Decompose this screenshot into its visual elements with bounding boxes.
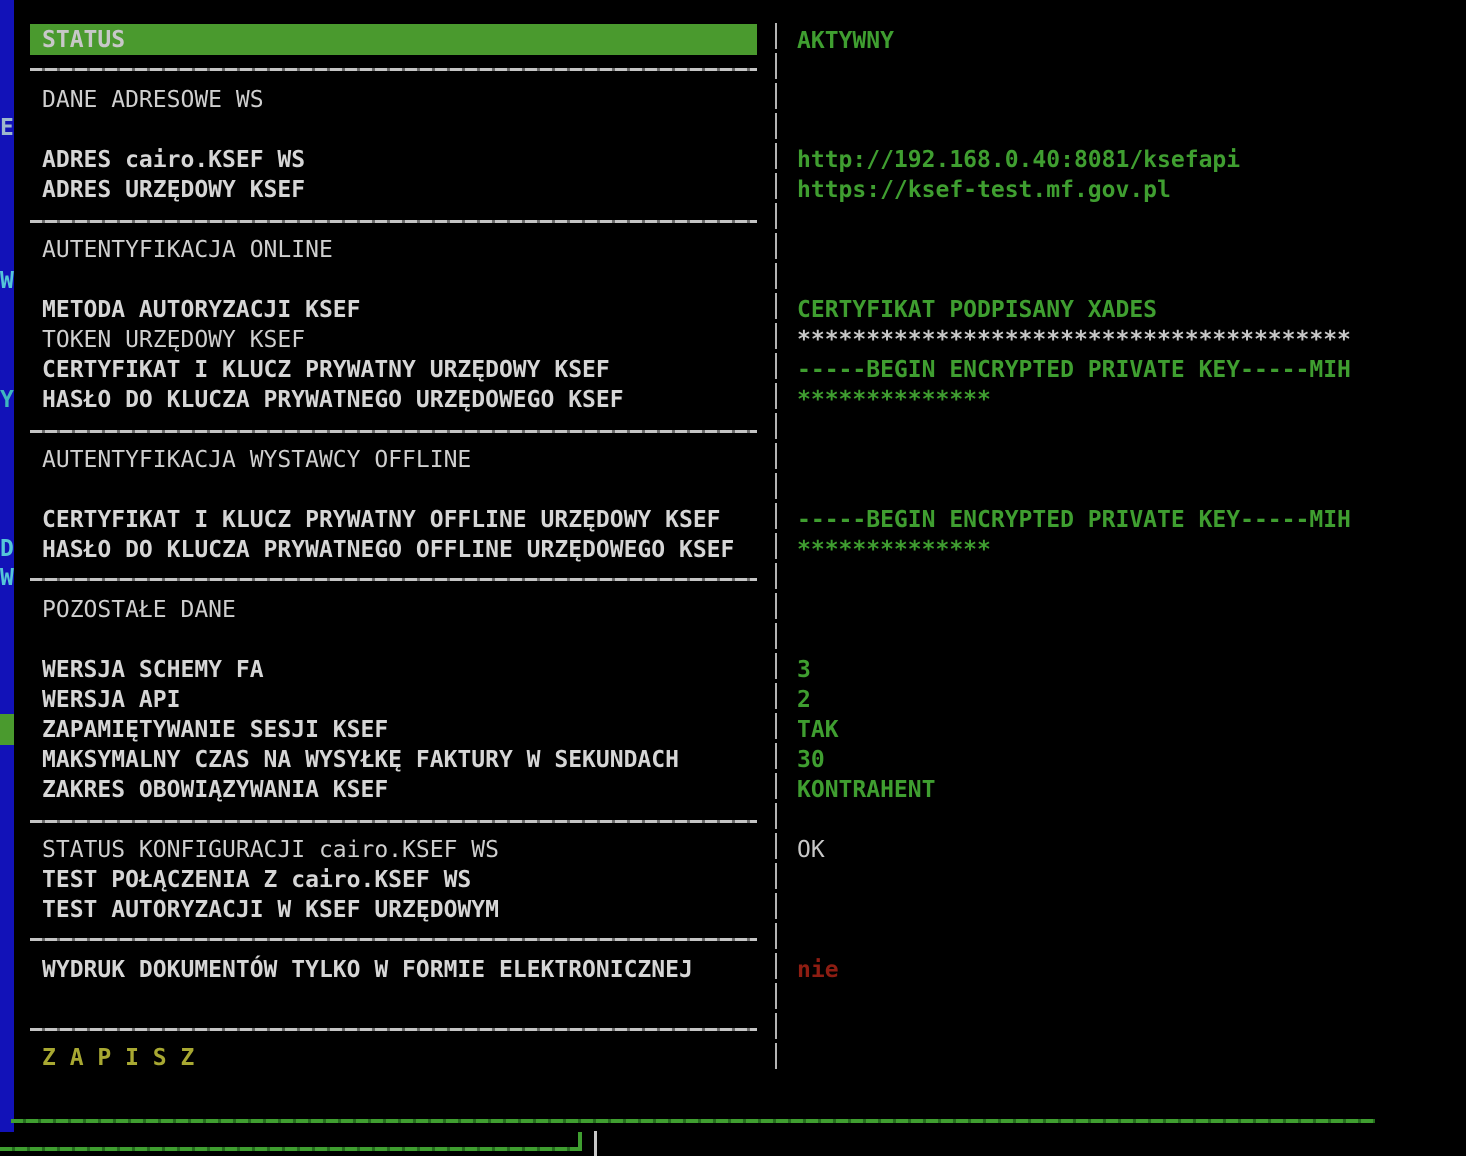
row-value-metoda-autoryzacji[interactable]: CERTYFIKAT PODPISANY XADES <box>797 295 1157 325</box>
row-label-adres-cairo-ksef-ws: ADRES cairo.KSEF WS <box>42 145 305 175</box>
separator <box>30 1028 757 1031</box>
save-button[interactable]: Z A P I S Z <box>42 1043 194 1073</box>
strip-letter: E <box>0 113 14 143</box>
separator <box>30 68 757 71</box>
row-label-zakres-obowiazywania: ZAKRES OBOWIĄZYWANIA KSEF <box>42 775 388 805</box>
section-header-pozostale-dane: POZOSTAŁE DANE <box>42 595 236 625</box>
row-value-wersja-schemy-fa[interactable]: 3 <box>797 655 811 685</box>
status-value: AKTYWNY <box>797 26 894 56</box>
row-label-status-konfiguracji: STATUS KONFIGURACJI cairo.KSEF WS <box>42 835 499 865</box>
row-value-maksymalny-czas[interactable]: 30 <box>797 745 825 775</box>
row-value-zapamietywanie-sesji[interactable]: TAK <box>797 715 839 745</box>
status-row-selected[interactable]: STATUS <box>30 24 757 55</box>
row-label-haslo-offline: HASŁO DO KLUCZA PRYWATNEGO OFFLINE URZĘD… <box>42 535 734 565</box>
row-value-wydruk-elektroniczny[interactable]: nie <box>797 955 839 985</box>
row-value-adres-cairo-ksef-ws[interactable]: http://192.168.0.40:8081/ksefapi <box>797 145 1240 175</box>
row-label-wersja-schemy-fa: WERSJA SCHEMY FA <box>42 655 264 685</box>
row-value-certyfikat-klucz-prywatny[interactable]: -----BEGIN ENCRYPTED PRIVATE KEY-----MIH <box>797 355 1351 385</box>
separator <box>30 938 757 941</box>
strip-highlight-block <box>0 714 14 745</box>
section-header-autentyfikacja-online: AUTENTYFIKACJA ONLINE <box>42 235 333 265</box>
strip-letter: W <box>0 266 14 296</box>
row-label-zapamietywanie-sesji: ZAPAMIĘTYWANIE SESJI KSEF <box>42 715 388 745</box>
ksef-config-screen: E W Y D W STATUS AKTYWNY DANE ADRESOWE W… <box>0 0 1466 1156</box>
bottom-green-line <box>11 1119 1375 1123</box>
separator <box>30 578 757 581</box>
row-label-metoda-autoryzacji: METODA AUTORYZACJI KSEF <box>42 295 361 325</box>
status-row-label: STATUS <box>42 25 125 55</box>
separator <box>30 820 757 823</box>
row-label-maksymalny-czas: MAKSYMALNY CZAS NA WYSYŁKĘ FAKTURY W SEK… <box>42 745 679 775</box>
row-value-zakres-obowiazywania[interactable]: KONTRAHENT <box>797 775 935 805</box>
row-label-adres-urzedowy-ksef: ADRES URZĘDOWY KSEF <box>42 175 305 205</box>
separator <box>30 220 757 223</box>
bottom-white-tick <box>594 1131 597 1156</box>
row-value-haslo-klucza-prywatnego[interactable]: ************** <box>797 385 991 415</box>
row-value-certyfikat-offline[interactable]: -----BEGIN ENCRYPTED PRIVATE KEY-----MIH <box>797 505 1351 535</box>
strip-letter: W <box>0 563 14 593</box>
section-header-dane-adresowe: DANE ADRESOWE WS <box>42 85 264 115</box>
column-divider <box>775 23 777 1073</box>
row-label-wydruk-elektroniczny: WYDRUK DOKUMENTÓW TYLKO W FORMIE ELEKTRO… <box>42 955 693 985</box>
row-value-haslo-offline[interactable]: ************** <box>797 535 991 565</box>
row-label-token-urzedowy: TOKEN URZĘDOWY KSEF <box>42 325 305 355</box>
row-label-wersja-api: WERSJA API <box>42 685 180 715</box>
row-value-wersja-api[interactable]: 2 <box>797 685 811 715</box>
action-test-autoryzacji[interactable]: TEST AUTORYZACJI W KSEF URZĘDOWYM <box>42 895 499 925</box>
bottom-green-corner <box>578 1132 582 1151</box>
separator <box>30 430 757 433</box>
row-value-token-urzedowy[interactable]: **************************************** <box>797 325 1351 355</box>
row-label-certyfikat-offline: CERTYFIKAT I KLUCZ PRYWATNY OFFLINE URZĘ… <box>42 505 721 535</box>
row-value-adres-urzedowy-ksef[interactable]: https://ksef-test.mf.gov.pl <box>797 175 1171 205</box>
row-label-haslo-klucza-prywatnego: HASŁO DO KLUCZA PRYWATNEGO URZĘDOWEGO KS… <box>42 385 624 415</box>
strip-letter: D <box>0 534 14 564</box>
row-label-certyfikat-klucz-prywatny: CERTYFIKAT I KLUCZ PRYWATNY URZĘDOWY KSE… <box>42 355 610 385</box>
bottom-green-line-partial <box>0 1147 582 1151</box>
left-window-strip: E W Y D W <box>0 0 14 1132</box>
strip-letter: Y <box>0 385 14 415</box>
section-header-autentyfikacja-offline: AUTENTYFIKACJA WYSTAWCY OFFLINE <box>42 445 471 475</box>
action-test-polaczenia[interactable]: TEST POŁĄCZENIA Z cairo.KSEF WS <box>42 865 471 895</box>
row-value-status-konfiguracji: OK <box>797 835 825 865</box>
